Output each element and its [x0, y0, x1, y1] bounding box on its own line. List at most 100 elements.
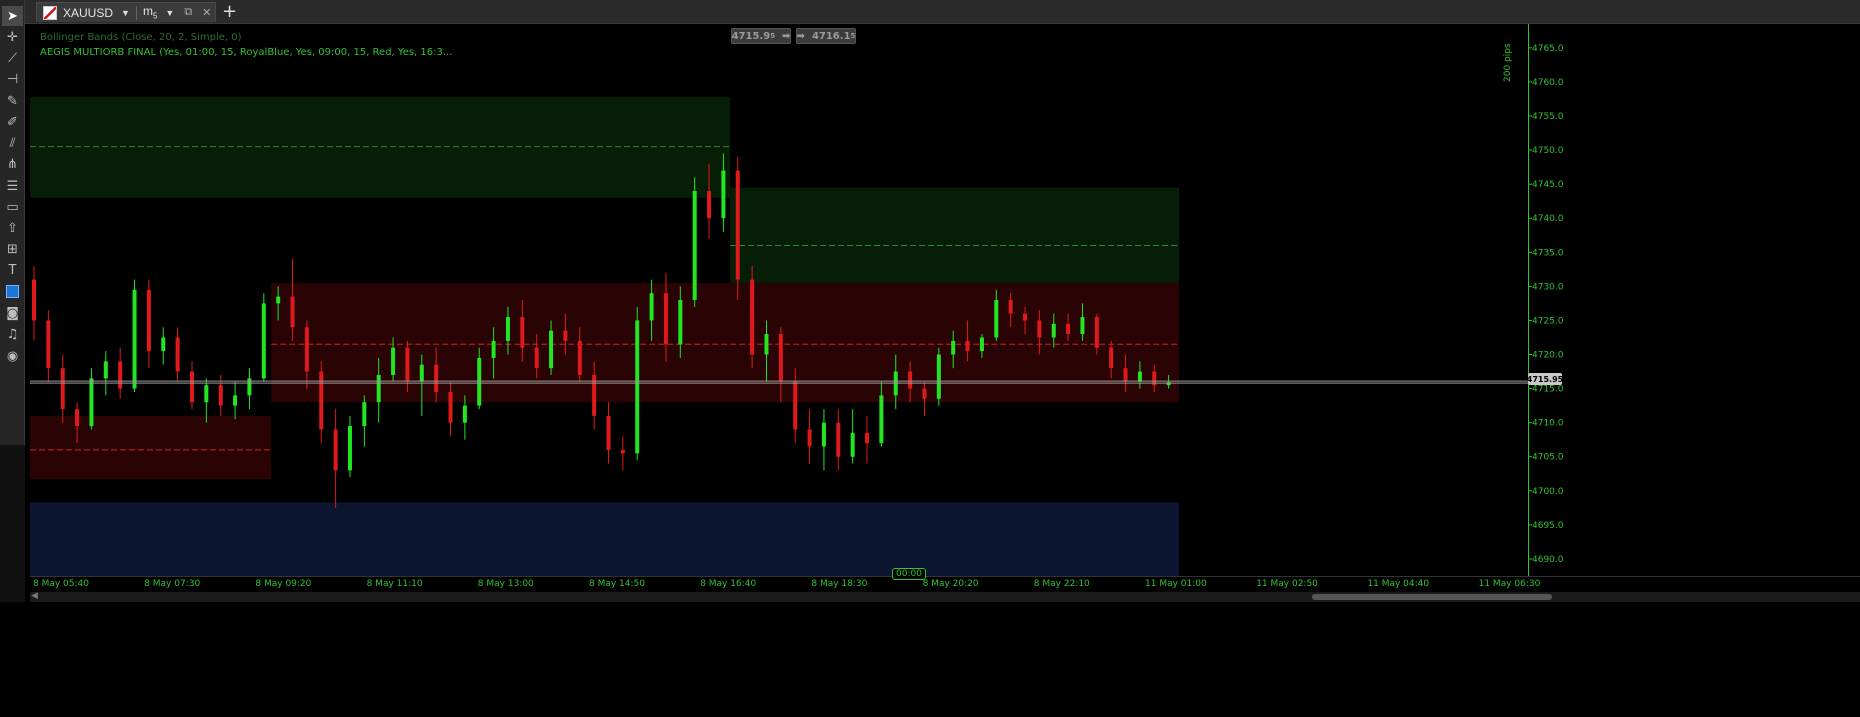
price-tick-label: 4700.0: [1532, 487, 1564, 497]
time-tick-label: 8 May 07:30: [144, 579, 201, 589]
time-tick-label: 11 May 04:40: [1367, 579, 1430, 589]
candle-body: [233, 395, 238, 406]
crosshair-tool-icon[interactable]: ✛: [2, 27, 23, 47]
candle-body: [1137, 371, 1142, 382]
candle-body: [204, 385, 209, 403]
price-chart[interactable]: [30, 24, 1528, 576]
buy-button[interactable]: ➡ 4716.1 5: [796, 28, 856, 44]
candle-body: [419, 364, 424, 382]
tab-xauusd[interactable]: XAUUSD ▼ m5 ▼ ⧉ ✕: [36, 2, 216, 22]
candle-body: [175, 337, 180, 372]
candle-body: [60, 368, 65, 410]
time-tick-label: 11 May 02:50: [1256, 579, 1318, 589]
price-tick-label: 4725.0: [1532, 316, 1564, 326]
scrollbar-thumb[interactable]: [1312, 594, 1552, 600]
candle-body: [89, 378, 94, 427]
symbol-dropdown-icon[interactable]: ▼: [121, 8, 130, 18]
candle-body: [936, 354, 941, 399]
camera-icon[interactable]: ◙: [2, 303, 23, 323]
time-tick-label: 11 May 06:30: [1478, 579, 1541, 589]
tab-bar: XAUUSD ▼ m5 ▼ ⧉ ✕ +: [0, 0, 1860, 24]
symbol-flag-icon: [43, 5, 57, 20]
candle-body: [189, 371, 194, 403]
scroll-left-icon[interactable]: ◀: [31, 591, 38, 601]
rectangle-tool-icon[interactable]: ▭: [2, 197, 23, 217]
tab-separator: [135, 5, 137, 20]
price-tick-label: 4720.0: [1532, 351, 1564, 361]
add-tab-button[interactable]: +: [222, 1, 237, 22]
price-tick-label: 4730.0: [1532, 282, 1564, 292]
candle-body: [764, 334, 769, 355]
color-picker-icon[interactable]: [2, 281, 23, 301]
candle-body: [534, 347, 539, 369]
candle-body: [692, 190, 697, 300]
candle-body: [362, 402, 367, 427]
time-tick-label: 8 May 20:20: [922, 579, 979, 589]
measure-tool-icon[interactable]: ⊞: [2, 239, 23, 259]
trendline-tool-icon[interactable]: ⟋: [2, 48, 23, 68]
candle-body: [1123, 368, 1128, 382]
fibonacci-tool-icon[interactable]: ☰: [2, 176, 23, 196]
candle-body: [75, 409, 80, 427]
candle-body: [951, 340, 956, 355]
green-zone-box: [30, 96, 731, 198]
candle-body: [979, 337, 984, 352]
price-tick-label: 4740.0: [1532, 214, 1564, 224]
candle-body: [1051, 323, 1056, 338]
brush-tool-icon[interactable]: ✐: [2, 112, 23, 132]
text-tool-icon[interactable]: T: [2, 260, 23, 280]
candle-body: [161, 337, 166, 352]
drawing-toolbar: ➤ ✛ ⟋ ⊣ ✎ ✐ ⫽ ⋔ ☰ ▭ ⇧ ⊞ T ◙ ♫ ◉: [0, 0, 25, 445]
shape-tool-icon[interactable]: ⇧: [2, 218, 23, 238]
time-axis[interactable]: 8 May 05:40 8 May 07:30 8 May 09:20 8 May 1…: [30, 576, 1860, 593]
pencil-tool-icon[interactable]: ✎: [2, 91, 23, 111]
detach-icon[interactable]: ⧉: [184, 6, 192, 19]
price-axis[interactable]: 4690.0 4695.0 4700.0 4705.0 4710.0 4715.0 4720…: [1528, 24, 1860, 576]
candle-body: [807, 429, 812, 447]
pitchfork-tool-icon[interactable]: ⋔: [2, 154, 23, 174]
candle-body: [462, 405, 467, 423]
close-tab-icon[interactable]: ✕: [202, 6, 211, 19]
indicator-aegis-label[interactable]: AEGIS MULTIORB FINAL (Yes, 01:00, 15, Ro…: [40, 47, 452, 58]
horizontal-scrollbar[interactable]: [30, 592, 1860, 602]
candle-body: [434, 364, 439, 392]
candle-body: [118, 361, 123, 389]
indicator-bollinger-label[interactable]: Bollinger Bands (Close, 20, 2, Simple, 0…: [40, 32, 242, 43]
candle-body: [32, 279, 36, 321]
channel-tool-icon[interactable]: ⫽: [2, 133, 23, 153]
candle-body: [620, 449, 625, 454]
candle-body: [261, 303, 266, 379]
candle-body: [477, 357, 482, 406]
candle-body: [319, 371, 324, 430]
replay-icon[interactable]: ◉: [2, 346, 23, 366]
pointer-tool-icon[interactable]: ➤: [2, 6, 23, 26]
candle-body: [290, 296, 295, 328]
crosshair-time-label: 00:00: [892, 568, 926, 580]
candle-body: [491, 340, 496, 358]
candle-body: [1066, 323, 1071, 335]
candle-body: [778, 334, 783, 382]
candle-body: [132, 289, 137, 389]
candle-body: [563, 330, 568, 341]
timeframe-selector[interactable]: m5: [143, 4, 157, 20]
time-tick-label: 8 May 13:00: [477, 579, 534, 589]
price-tick-label: 4735.0: [1532, 248, 1564, 258]
timeframe-dropdown-icon[interactable]: ▼: [165, 8, 174, 18]
alert-bell-icon[interactable]: ♫: [2, 324, 23, 344]
price-tick-label: 4690.0: [1532, 555, 1564, 565]
candle-body: [606, 415, 611, 450]
candle-body: [347, 426, 352, 471]
candle-body: [391, 347, 396, 375]
candle-body: [1109, 347, 1114, 369]
candle-body: [965, 340, 970, 352]
candle-body: [1080, 317, 1085, 335]
candle-body: [405, 347, 410, 382]
sell-button[interactable]: 4715.9 5 ➡: [731, 28, 791, 44]
time-tick-label: 8 May 14:50: [589, 579, 645, 589]
candle-body: [994, 300, 999, 338]
horizontal-line-tool-icon[interactable]: ⊣: [2, 69, 23, 89]
time-tick-label: 8 May 22:10: [1033, 579, 1090, 589]
candle-body: [505, 317, 510, 341]
candle-body: [276, 296, 281, 304]
candle-body: [663, 293, 668, 345]
